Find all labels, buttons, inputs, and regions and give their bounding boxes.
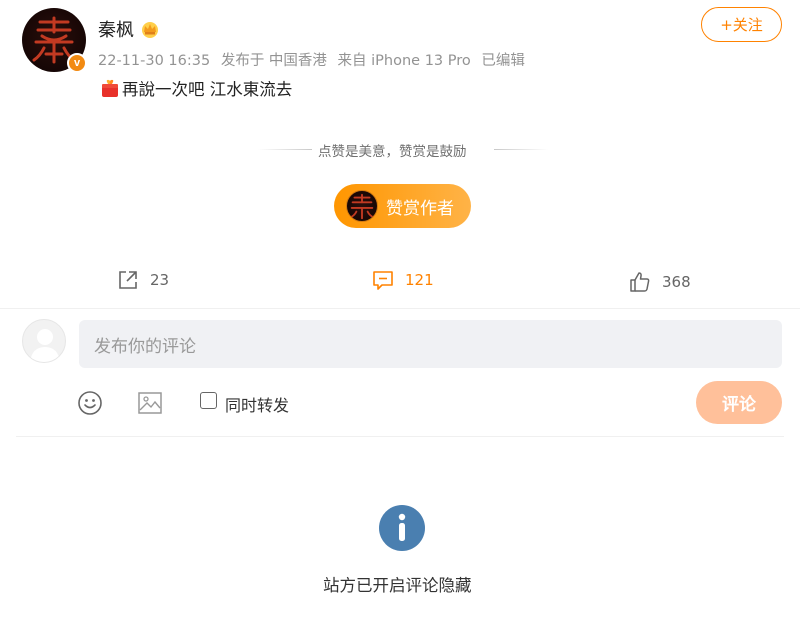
post-timestamp[interactable]: 22-11-30 16:35 [98,53,210,69]
divider [16,436,784,437]
post-location: 发布于 中国香港 [220,53,327,69]
submit-comment-button[interactable]: 评论 [696,381,782,424]
info-icon [378,504,426,556]
divider-left [258,149,312,150]
author-name-row: 秦枫 [98,16,160,42]
forward-count: 23 [150,271,170,289]
comment-count: 121 [405,271,434,289]
image-button[interactable] [137,390,163,420]
emoji-icon [78,391,102,415]
repost-checkbox[interactable] [200,392,217,409]
comment-action[interactable]: 121 [371,268,434,292]
verified-badge-icon: v [67,53,87,73]
reward-hint: 点赞是美意，赞赏是鼓励 [318,144,467,160]
like-action[interactable]: 368 [628,270,691,294]
post-content: 再說一次吧 江水東流去 [100,76,292,100]
divider [0,308,800,309]
reward-avatar [346,190,378,222]
my-avatar [22,319,66,363]
like-count: 368 [662,273,691,291]
divider-right [494,149,548,150]
follow-button[interactable]: +关注 [701,7,782,42]
image-icon [138,392,162,414]
post-edited[interactable]: 已编辑 [481,53,525,69]
reward-author-button[interactable]: 赞赏作者 [334,184,471,228]
post-meta: 22-11-30 16:35 发布于 中国香港 来自 iPhone 13 Pro… [98,49,531,70]
default-avatar-icon [30,329,60,362]
post-device: 来自 iPhone 13 Pro [337,53,471,69]
forward-action[interactable]: 23 [116,268,169,292]
thumbs-up-icon [630,272,650,292]
seal-icon [349,193,375,220]
author-name[interactable]: 秦枫 [98,16,134,42]
share-icon [119,271,137,289]
gift-emoji-icon [102,79,118,97]
post-text: 再說一次吧 江水東流去 [122,80,293,99]
reward-button-label: 赞赏作者 [386,198,454,219]
repost-label[interactable]: 同时转发 [225,392,289,416]
crown-icon [142,22,158,38]
emoji-button[interactable] [77,390,103,420]
comments-hidden-notice: 站方已开启评论隐藏 [323,576,472,595]
comment-icon [373,271,393,290]
comment-input[interactable]: 发布你的评论 [79,320,782,368]
